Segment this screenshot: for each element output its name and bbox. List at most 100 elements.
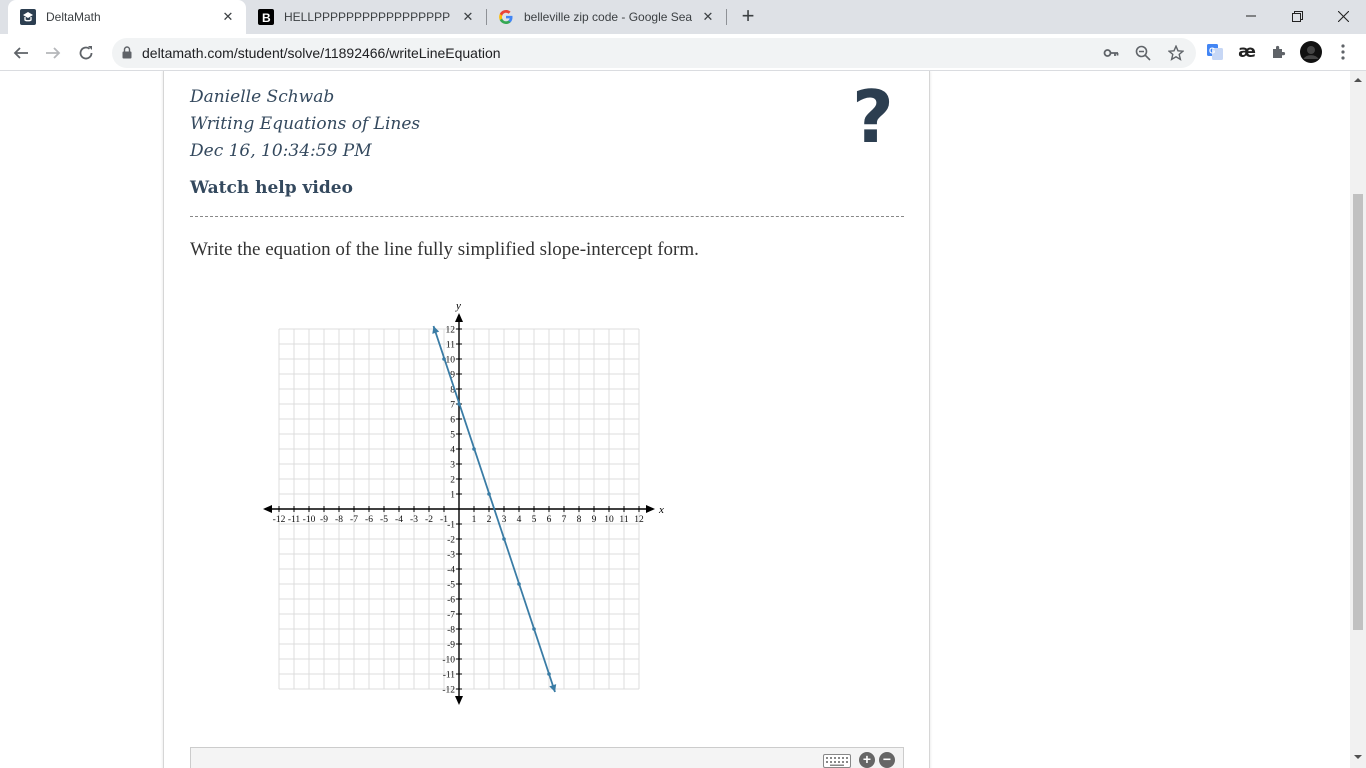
divider	[190, 216, 904, 217]
tab-google-search[interactable]: belleville zip code - Google Search ✕	[486, 0, 726, 34]
line-point	[472, 447, 476, 451]
x-tick-label: 9	[592, 515, 597, 525]
bookmark-star-icon[interactable]	[1167, 44, 1185, 62]
x-tick-label: 1	[472, 515, 477, 525]
coordinate-graph: xy-12 -11 -10 -9 -8 -7 -6 -5 -4 -3 -2 -1 1 2 3 4 5 6 7 8 9 10…	[263, 300, 664, 705]
reload-icon[interactable]	[73, 40, 99, 66]
key-icon[interactable]	[1102, 44, 1120, 62]
deltamath-favicon-icon	[20, 9, 36, 25]
line-point	[532, 627, 536, 631]
question-text: Write the equation of the line fully sim…	[190, 239, 699, 260]
back-icon[interactable]	[8, 40, 34, 66]
tab-hellp[interactable]: B HELLPPPPPPPPPPPPPPPPP PLZZZZZ ✕	[246, 0, 486, 34]
url-text: deltamath.com/student/solve/11892466/wri…	[142, 45, 501, 61]
close-tab-icon[interactable]: ✕	[460, 9, 476, 25]
y-tick-label: -7	[447, 611, 455, 621]
x-tick-label: -9	[320, 515, 328, 525]
y-tick-label: 3	[450, 461, 455, 471]
y-tick-label: -1	[447, 521, 455, 531]
x-tick-label: 7	[562, 515, 567, 525]
x-tick-label: -2	[425, 515, 433, 525]
y-axis-arrow-down	[455, 696, 463, 705]
tab-deltamath[interactable]: DeltaMath ✕	[8, 0, 246, 34]
vertical-scrollbar[interactable]	[1350, 71, 1366, 768]
line-arrow-top	[432, 326, 440, 334]
y-tick-label: 6	[450, 416, 455, 426]
chrome-menu-icon[interactable]	[1332, 41, 1354, 63]
y-tick-label: 12	[446, 326, 456, 336]
y-axis-label: y	[455, 300, 461, 312]
x-tick-label: -12	[273, 515, 286, 525]
new-tab-icon[interactable]: +	[736, 5, 760, 29]
x-tick-label: -10	[303, 515, 316, 525]
tab-title: HELLPPPPPPPPPPPPPPPPP PLZZZZZ	[284, 10, 452, 24]
x-tick-label: -7	[350, 515, 358, 525]
assignment-title: Writing Equations of Lines	[190, 114, 421, 134]
x-tick-label: -6	[365, 515, 373, 525]
x-tick-label: 2	[487, 515, 492, 525]
y-axis-arrow-up	[455, 313, 463, 322]
y-tick-label: -11	[443, 671, 456, 681]
address-bar[interactable]: deltamath.com/student/solve/11892466/wri…	[112, 38, 1196, 68]
scroll-up-icon[interactable]	[1354, 76, 1362, 84]
zoom-in-icon[interactable]: +	[859, 752, 875, 768]
scrollbar-thumb[interactable]	[1353, 194, 1363, 630]
x-tick-label: -4	[395, 515, 403, 525]
x-tick-label: -3	[410, 515, 418, 525]
line-point	[517, 582, 521, 586]
tab-separator	[726, 9, 727, 25]
problem-card: Danielle Schwab Writing Equations of Lin…	[163, 71, 930, 768]
y-tick-label: 7	[450, 401, 455, 411]
minimize-icon[interactable]	[1228, 0, 1274, 32]
close-window-icon[interactable]	[1320, 0, 1366, 32]
restore-icon[interactable]	[1274, 0, 1320, 32]
google-favicon-icon	[498, 9, 514, 25]
y-tick-label: 11	[446, 341, 455, 351]
x-tick-label: -11	[288, 515, 301, 525]
x-axis-arrow-right	[646, 505, 655, 513]
x-tick-label: 4	[517, 515, 522, 525]
scroll-down-icon[interactable]	[1354, 753, 1362, 761]
line-arrow-bottom	[549, 684, 557, 692]
ae-extension-icon[interactable]: æ	[1236, 41, 1258, 63]
y-tick-label: 4	[450, 446, 455, 456]
zoom-out-button-icon[interactable]: −	[879, 752, 895, 768]
line-point	[487, 492, 491, 496]
x-tick-label: 8	[577, 515, 582, 525]
x-tick-label: 3	[502, 515, 507, 525]
browser-toolbar: deltamath.com/student/solve/11892466/wri…	[0, 34, 1366, 71]
help-question-icon[interactable]: ?	[852, 81, 894, 153]
google-translate-icon[interactable]: G	[1204, 41, 1226, 63]
y-tick-label: -6	[447, 596, 455, 606]
x-axis-label: x	[658, 504, 664, 516]
zoom-out-icon[interactable]	[1134, 44, 1152, 62]
line-point	[502, 537, 506, 541]
x-tick-label: -8	[335, 515, 343, 525]
y-tick-label: -4	[447, 566, 455, 576]
profile-avatar[interactable]	[1300, 41, 1322, 63]
svg-text:B: B	[262, 11, 271, 25]
keyboard-icon[interactable]	[823, 754, 851, 768]
line-point	[547, 672, 551, 676]
line-point	[442, 357, 446, 361]
x-axis-arrow-left	[263, 505, 272, 513]
watch-help-video-link[interactable]: Watch help video	[190, 178, 353, 198]
y-tick-label: -9	[447, 641, 455, 651]
x-tick-label: 5	[532, 515, 537, 525]
svg-text:G: G	[1209, 47, 1215, 56]
lock-icon[interactable]	[122, 46, 132, 64]
y-tick-label: -10	[442, 656, 455, 666]
forward-icon[interactable]	[40, 40, 66, 66]
tab-title: belleville zip code - Google Search	[524, 10, 692, 24]
y-tick-label: -5	[447, 581, 455, 591]
y-tick-label: -12	[442, 686, 455, 696]
x-tick-label: 11	[619, 515, 628, 525]
close-tab-icon[interactable]: ✕	[700, 9, 716, 25]
page-viewport: Danielle Schwab Writing Equations of Lin…	[0, 71, 1350, 768]
line-point	[457, 402, 461, 406]
close-tab-icon[interactable]: ✕	[220, 9, 236, 25]
answer-input[interactable]: + −	[190, 747, 904, 768]
x-tick-label: 6	[547, 515, 552, 525]
extensions-puzzle-icon[interactable]	[1268, 41, 1290, 63]
tab-title: DeltaMath	[46, 10, 101, 24]
